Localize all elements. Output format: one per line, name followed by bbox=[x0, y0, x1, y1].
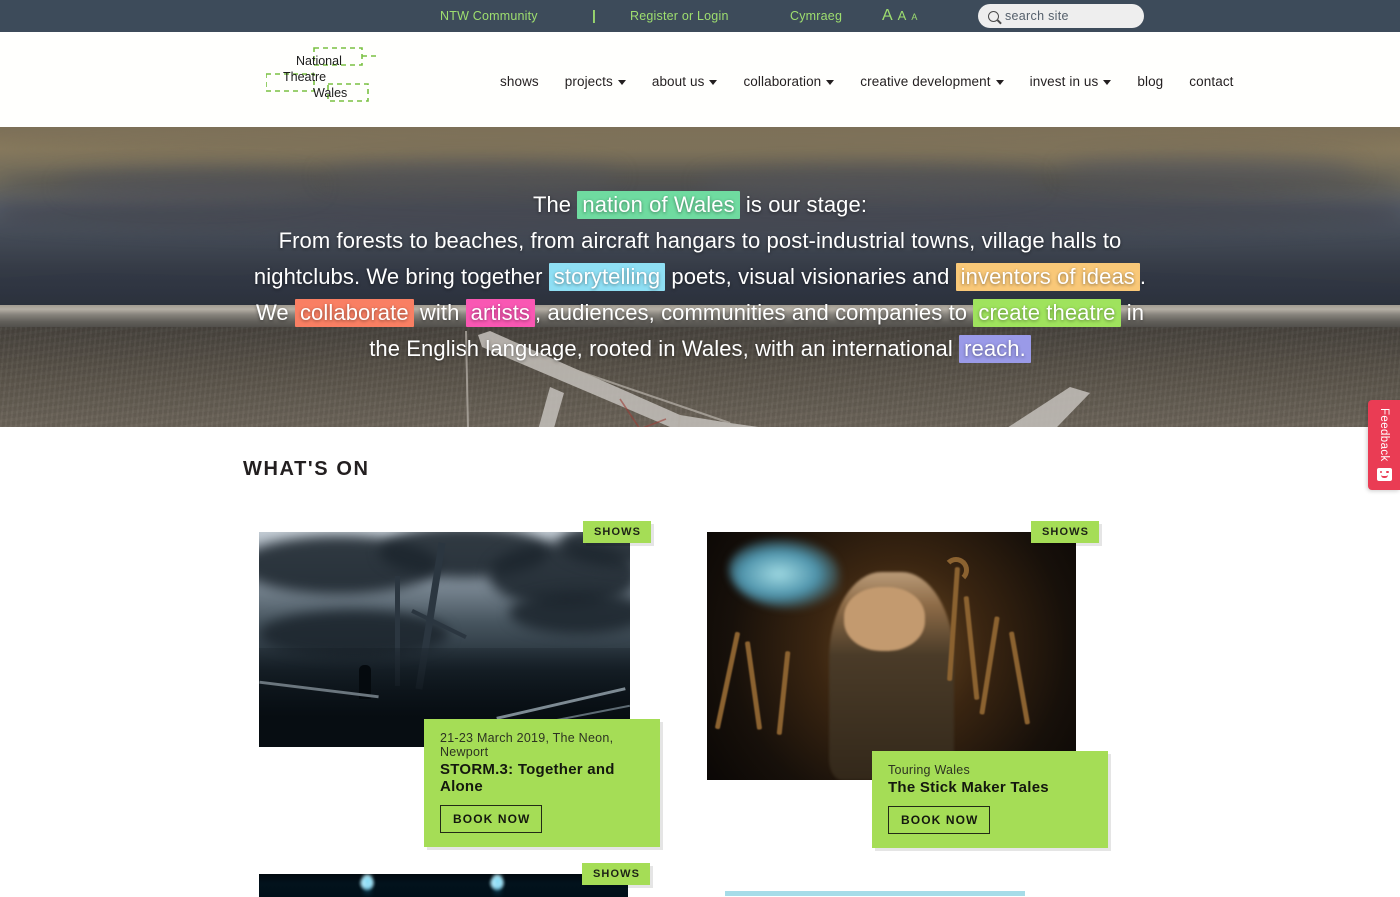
main-navigation: shows projects about us collaboration cr… bbox=[500, 70, 1234, 93]
show-card-title: STORM.3: Together and Alone bbox=[440, 761, 615, 795]
show-card-title: The Stick Maker Tales bbox=[888, 779, 1049, 796]
show-card-image[interactable] bbox=[259, 874, 628, 897]
hero-highlight-collaborate: collaborate bbox=[294, 299, 414, 327]
nav-label: invest in us bbox=[1029, 74, 1099, 89]
nav-label: shows bbox=[500, 74, 539, 89]
hero-line-1: The nation of Wales is our stage: bbox=[388, 187, 1012, 223]
logo-mark: National Theatre Wales bbox=[266, 47, 378, 102]
nav-item-invest-in-us[interactable]: invest in us bbox=[1030, 70, 1112, 93]
hero-line-3: nightclubs. We bring together storytelli… bbox=[109, 259, 1291, 295]
hero-highlight-inventors-of-ideas: inventors of ideas bbox=[955, 263, 1140, 291]
nav-label: contact bbox=[1189, 74, 1234, 89]
hero-text-3a: nightclubs. We bring together bbox=[253, 264, 549, 289]
book-now-button[interactable]: BOOK NOW bbox=[440, 805, 543, 833]
hero-text-3c: . bbox=[1139, 264, 1147, 289]
search-placeholder: search site bbox=[1005, 9, 1069, 23]
text-size-controls: A A A bbox=[878, 7, 958, 25]
bridge-at-dusk-photo bbox=[259, 532, 630, 747]
register-login-link-wrap: Register or Login bbox=[608, 7, 778, 25]
text-size-small-button[interactable]: A bbox=[911, 12, 917, 22]
show-card-info: 21-23 March 2019, The Neon, Newport STOR… bbox=[424, 719, 660, 847]
chevron-down-icon bbox=[995, 80, 1004, 85]
hero-line-4: We collaborate with artists, audiences, … bbox=[111, 295, 1289, 331]
hero-text-4d: in bbox=[1120, 300, 1145, 325]
site-logo[interactable]: National Theatre Wales bbox=[266, 46, 384, 108]
stick-maker-performer-photo bbox=[707, 532, 1076, 780]
hero-highlight-create-theatre: create theatre bbox=[973, 299, 1121, 327]
top-utility-bar: NTW Community | Register or Login Cymrae… bbox=[0, 0, 1400, 32]
separator-text: | bbox=[592, 7, 596, 23]
hero-text-1a: The bbox=[532, 192, 578, 217]
hero-text-5a: the English language, rooted in Wales, w… bbox=[369, 336, 960, 361]
hero-highlight-artists: artists bbox=[465, 299, 536, 327]
hero-statement: The nation of Wales is our stage: From f… bbox=[0, 127, 1400, 427]
search-icon bbox=[988, 10, 999, 22]
chevron-down-icon bbox=[826, 80, 835, 85]
nav-label: collaboration bbox=[743, 74, 822, 89]
show-card-image[interactable] bbox=[259, 532, 630, 747]
hero-text-4b: with bbox=[413, 300, 466, 325]
show-card-badge[interactable]: SHOWS bbox=[582, 863, 651, 885]
logo-line-1: National bbox=[296, 54, 342, 68]
logo-line-2: Theatre bbox=[283, 70, 326, 84]
register-or-login-link[interactable]: Register or Login bbox=[630, 9, 729, 23]
nav-item-blog[interactable]: blog bbox=[1137, 70, 1163, 93]
ntw-community-link-wrap: NTW Community bbox=[440, 7, 580, 25]
hero-text-1b: is our stage: bbox=[739, 192, 868, 217]
nav-label: creative development bbox=[860, 74, 991, 89]
nav-label: about us bbox=[651, 74, 705, 89]
text-size-medium-button[interactable]: A bbox=[898, 8, 907, 23]
hero-text-4c: , audiences, communities and companies t… bbox=[535, 300, 974, 325]
chevron-down-icon bbox=[617, 80, 626, 85]
feedback-tab[interactable]: Feedback bbox=[1368, 400, 1400, 490]
show-card-meta: 21-23 March 2019, The Neon, Newport bbox=[440, 731, 614, 759]
language-link-wrap: Cymraeg bbox=[778, 7, 878, 25]
nav-item-collaboration[interactable]: collaboration bbox=[743, 70, 835, 93]
hero-highlight-reach: reach. bbox=[959, 335, 1031, 363]
nav-label: projects bbox=[564, 74, 613, 89]
logo-line-3: Wales bbox=[313, 86, 347, 100]
smiley-mouth bbox=[1380, 475, 1388, 479]
hero-highlight-nation-of-wales: nation of Wales bbox=[577, 191, 740, 219]
hero-banner: The nation of Wales is our stage: From f… bbox=[0, 127, 1400, 427]
hero-line-5: the English language, rooted in Wales, w… bbox=[224, 331, 1176, 367]
hero-text-4a: We bbox=[255, 300, 295, 325]
show-card-image[interactable] bbox=[707, 532, 1076, 780]
nav-item-shows[interactable]: shows bbox=[500, 70, 539, 93]
show-card-info: Touring Wales The Stick Maker Tales BOOK… bbox=[872, 751, 1108, 848]
hero-line-2: From forests to beaches, from aircraft h… bbox=[278, 228, 1122, 253]
feedback-label: Feedback bbox=[1378, 408, 1390, 462]
chevron-down-icon bbox=[1103, 80, 1112, 85]
nav-item-contact[interactable]: contact bbox=[1189, 70, 1233, 93]
site-header: National Theatre Wales shows projects ab… bbox=[0, 32, 1400, 127]
decorative-blue-bar bbox=[725, 891, 1025, 896]
topbar-separator: | bbox=[580, 7, 608, 25]
chevron-down-icon bbox=[709, 80, 718, 85]
ntw-community-link[interactable]: NTW Community bbox=[440, 9, 538, 23]
cymraeg-language-link[interactable]: Cymraeg bbox=[790, 9, 842, 23]
nav-item-about-us[interactable]: about us bbox=[652, 70, 718, 93]
show-card-meta: Touring Wales bbox=[888, 763, 970, 777]
stage-lights-photo bbox=[259, 874, 628, 897]
text-size-large-button[interactable]: A bbox=[882, 7, 893, 25]
show-card-badge[interactable]: SHOWS bbox=[1031, 521, 1100, 543]
nav-item-creative-development[interactable]: creative development bbox=[860, 70, 1004, 93]
nav-item-projects[interactable]: projects bbox=[565, 70, 626, 93]
show-card-badge[interactable]: SHOWS bbox=[583, 521, 652, 543]
nav-label: blog bbox=[1137, 74, 1164, 89]
hero-highlight-storytelling: storytelling bbox=[548, 263, 666, 291]
page-title: WHAT'S ON bbox=[243, 458, 370, 480]
search-input[interactable]: search site bbox=[978, 4, 1144, 28]
hero-text-3b: poets, visual visionaries and bbox=[665, 264, 956, 289]
book-now-button[interactable]: BOOK NOW bbox=[888, 806, 991, 834]
smiley-face-icon bbox=[1376, 467, 1392, 481]
